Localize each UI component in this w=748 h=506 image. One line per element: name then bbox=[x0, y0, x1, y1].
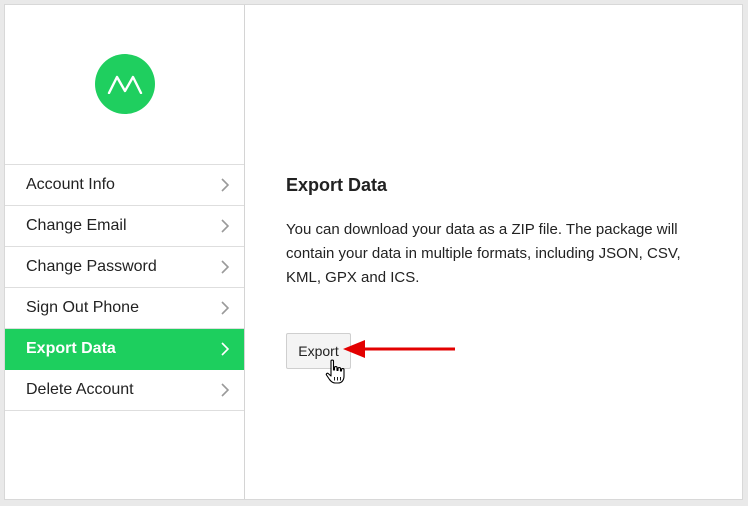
page-title: Export Data bbox=[286, 175, 388, 195]
sidebar-item-delete-account[interactable]: Delete Account bbox=[5, 370, 244, 411]
chevron-right-icon bbox=[221, 383, 230, 397]
moves-logo-icon bbox=[107, 75, 143, 94]
sidebar-item-label: Account Info bbox=[26, 176, 115, 193]
sidebar-item-export-data[interactable]: Export Data bbox=[5, 329, 244, 370]
sidebar-item-label: Sign Out Phone bbox=[26, 299, 139, 316]
sidebar-item-change-password[interactable]: Change Password bbox=[5, 247, 244, 288]
sidebar: Account Info Change Email Change Passwor… bbox=[5, 5, 245, 499]
chevron-right-icon bbox=[221, 219, 230, 233]
sidebar-nav: Account Info Change Email Change Passwor… bbox=[5, 164, 244, 411]
chevron-right-icon bbox=[221, 342, 230, 356]
app-logo bbox=[95, 54, 155, 114]
sidebar-item-account-info[interactable]: Account Info bbox=[5, 165, 244, 206]
hand-cursor-icon bbox=[325, 359, 345, 384]
chevron-right-icon bbox=[221, 178, 230, 192]
sidebar-item-label: Delete Account bbox=[26, 381, 134, 398]
sidebar-item-change-email[interactable]: Change Email bbox=[5, 206, 244, 247]
sidebar-item-label: Export Data bbox=[26, 340, 116, 357]
main-content: Export Data You can download your data a… bbox=[245, 5, 742, 499]
sidebar-item-label: Change Password bbox=[26, 258, 157, 275]
settings-window: Account Info Change Email Change Passwor… bbox=[4, 4, 743, 500]
sidebar-item-label: Change Email bbox=[26, 217, 127, 234]
sidebar-item-sign-out-phone[interactable]: Sign Out Phone bbox=[5, 288, 244, 329]
red-arrow-icon bbox=[343, 340, 455, 358]
chevron-right-icon bbox=[221, 260, 230, 274]
chevron-right-icon bbox=[221, 301, 230, 315]
export-description: You can download your data as a ZIP file… bbox=[286, 221, 681, 286]
